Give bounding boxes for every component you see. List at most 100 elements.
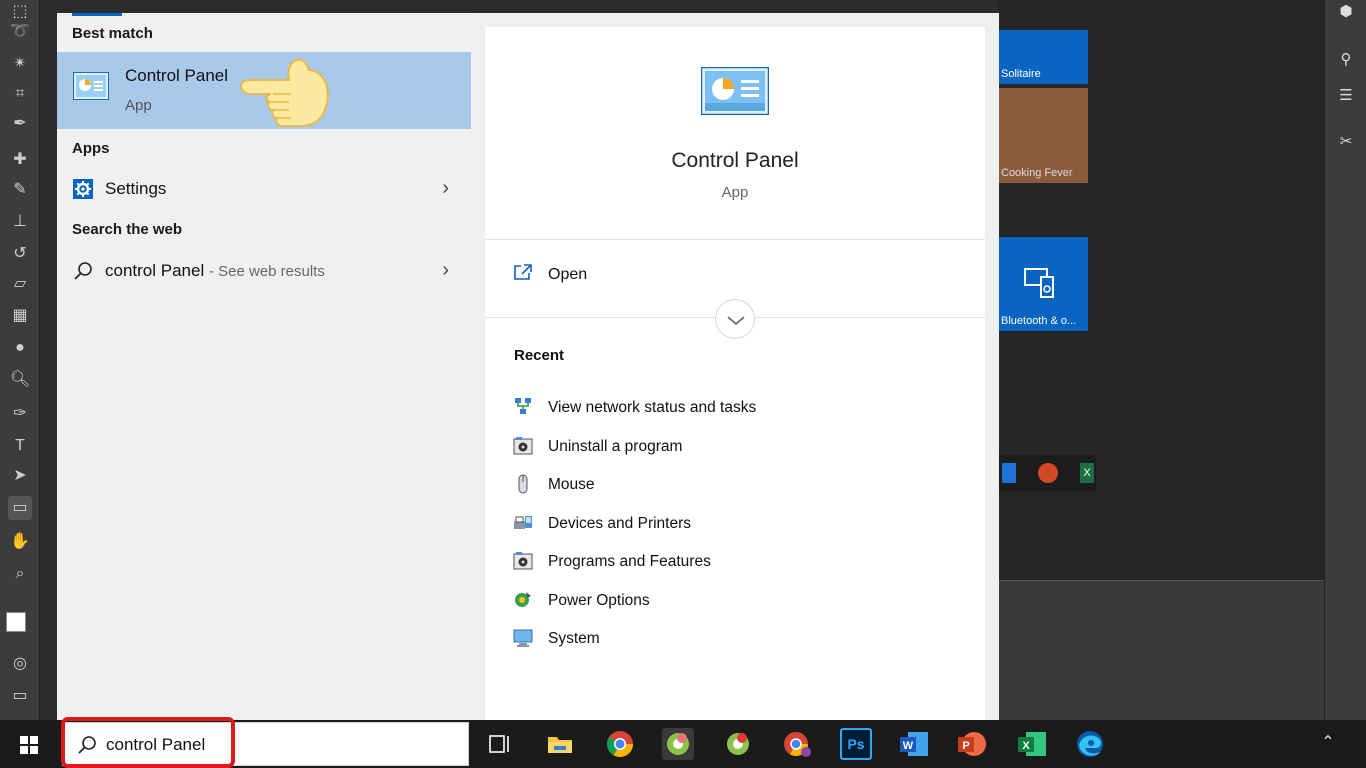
history-brush-icon[interactable]: ↺: [8, 242, 32, 266]
search-icon: [74, 262, 92, 280]
chrome-profile-3-icon[interactable]: [780, 728, 812, 760]
svg-text:P: P: [962, 740, 969, 752]
recent-item[interactable]: Devices and Printers: [485, 507, 985, 541]
expand-button[interactable]: [715, 299, 755, 339]
healing-brush-icon[interactable]: ✚: [8, 148, 32, 172]
recent-item-label: System: [548, 630, 600, 647]
magic-wand-icon[interactable]: ✴: [8, 52, 32, 76]
type-tool-icon[interactable]: T: [8, 434, 32, 458]
recent-item[interactable]: System: [485, 622, 985, 656]
recent-item-label: Uninstall a program: [548, 438, 683, 455]
power-icon: [515, 592, 531, 607]
chrome-profile-2-icon[interactable]: [722, 728, 754, 760]
shape-tool-icon[interactable]: ▭: [8, 496, 32, 520]
tile-bluetooth-label: Bluetooth & o...: [1001, 315, 1077, 327]
tile-cooking-fever[interactable]: Cooking Fever: [998, 88, 1088, 183]
cube-icon[interactable]: ⬢: [1335, 2, 1357, 24]
pointing-hand-icon: [239, 58, 329, 127]
recent-item-label: Devices and Printers: [548, 515, 692, 532]
best-match-title: Control Panel: [125, 66, 229, 85]
chrome-icon[interactable]: [604, 728, 636, 760]
excel-icon[interactable]: X: [1016, 728, 1048, 760]
zoom-tool-icon[interactable]: ⌕: [8, 562, 32, 586]
photoshop-icon[interactable]: Ps: [840, 728, 872, 760]
edge-icon[interactable]: [1074, 728, 1106, 760]
gear-icon: [73, 179, 93, 199]
recent-item-label: Mouse: [548, 476, 595, 493]
chevron-up-icon[interactable]: ⌃: [1318, 732, 1338, 752]
tile-cooking-fever-label: Cooking Fever: [1001, 167, 1073, 179]
search-results-pane: Best match Control Panel App Apps Settin…: [57, 13, 471, 720]
web-result-suffix: - See web results: [208, 263, 325, 280]
printer-icon: [514, 516, 532, 529]
chevron-down-icon: [727, 316, 745, 326]
screen-mode-icon[interactable]: ▭: [8, 684, 32, 708]
web-search-result[interactable]: control Panel - See web results ›: [57, 252, 471, 292]
stamp-tool-icon[interactable]: ⊥: [8, 210, 32, 234]
start-button[interactable]: [0, 720, 58, 768]
gradient-tool-icon[interactable]: ▦: [8, 304, 32, 328]
control-panel-large-icon: [701, 67, 769, 115]
eyedropper-icon[interactable]: ✒: [8, 112, 32, 136]
word-mini-icon[interactable]: [1002, 463, 1016, 483]
file-explorer-icon[interactable]: [544, 728, 576, 760]
tile-bluetooth[interactable]: Bluetooth & o...: [998, 237, 1088, 331]
mouse-icon: [518, 474, 528, 494]
app-result-settings[interactable]: Settings ›: [57, 170, 471, 210]
best-match-heading: Best match: [72, 25, 153, 42]
recent-item[interactable]: Programs and Features: [485, 545, 985, 579]
blur-tool-icon[interactable]: ●: [8, 336, 32, 360]
recent-heading: Recent: [514, 347, 565, 364]
crop-tool-icon[interactable]: ⌗: [8, 82, 32, 106]
recent-item-label: Power Options: [548, 592, 650, 609]
tools-icon[interactable]: ✂: [1335, 132, 1357, 154]
recent-item-label: View network status and tasks: [548, 399, 757, 416]
chrome-profile-icon[interactable]: [662, 728, 694, 760]
best-match-type: App: [125, 97, 152, 114]
dodge-tool-icon[interactable]: 🔍︎: [8, 368, 32, 392]
powerpoint-icon[interactable]: P: [956, 728, 988, 760]
details-type: App: [721, 184, 749, 201]
divider: [485, 239, 985, 240]
recent-item[interactable]: Uninstall a program: [485, 430, 985, 464]
bluetooth-devices-icon: [1024, 268, 1054, 298]
pen-tool-icon[interactable]: ✑: [8, 402, 32, 426]
tile-solitaire[interactable]: Solitaire: [998, 30, 1088, 84]
brush-tool-icon[interactable]: ✎: [8, 178, 32, 202]
programs-icon: [513, 552, 533, 570]
details-title: Control Panel: [671, 149, 799, 172]
foreground-color-swatch[interactable]: [6, 612, 26, 632]
powerpoint-mini-icon[interactable]: [1038, 463, 1058, 483]
recent-item[interactable]: Power Options: [485, 584, 985, 618]
adjustments-icon[interactable]: ☰: [1335, 86, 1357, 108]
recent-item[interactable]: View network status and tasks: [485, 391, 985, 425]
chevron-right-icon[interactable]: ›: [442, 259, 449, 282]
chevron-right-icon[interactable]: ›: [442, 177, 449, 200]
tile-app-strip: X: [998, 455, 1096, 491]
task-view-icon[interactable]: [484, 728, 516, 760]
open-icon: [514, 264, 532, 280]
brush-settings-icon[interactable]: ⚲: [1335, 50, 1357, 72]
search-web-heading: Search the web: [72, 221, 183, 238]
tile-solitaire-label: Solitaire: [1001, 68, 1041, 80]
quick-mask-icon[interactable]: ◎: [8, 652, 32, 676]
windows-logo-icon: [20, 736, 38, 754]
eraser-tool-icon[interactable]: ▱: [8, 272, 32, 296]
word-icon[interactable]: W: [898, 728, 930, 760]
photoshop-bottom-panel: [998, 580, 1324, 720]
programs-icon: [513, 437, 533, 455]
open-label: Open: [548, 266, 588, 283]
hand-tool-icon[interactable]: ✋: [8, 530, 32, 554]
open-action[interactable]: Open: [485, 253, 985, 303]
recent-item[interactable]: Mouse: [485, 468, 985, 502]
recent-item-label: Programs and Features: [548, 553, 711, 570]
lasso-tool-icon[interactable]: ➰: [8, 20, 32, 44]
excel-mini-icon[interactable]: X: [1080, 463, 1094, 483]
best-match-result[interactable]: Control Panel App: [57, 52, 471, 129]
web-query-text: control Panel: [105, 261, 205, 280]
photoshop-right-toolbar: ⬢ ⚲ ☰ ✂: [1324, 0, 1366, 720]
app-result-label: Settings: [105, 179, 167, 198]
monitor-icon: [513, 629, 533, 647]
path-select-icon[interactable]: ➤: [8, 464, 32, 488]
web-result-label: control Panel - See web results: [105, 261, 325, 281]
